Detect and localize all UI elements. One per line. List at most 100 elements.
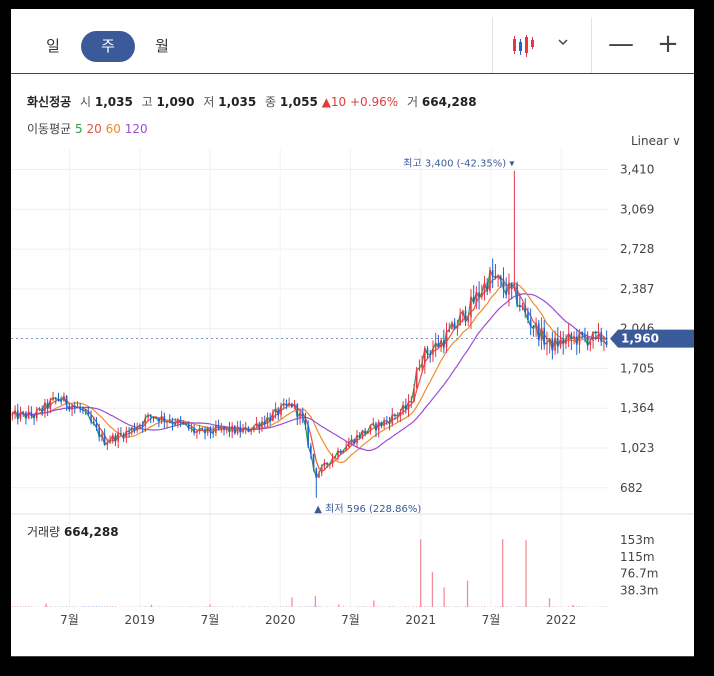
candle-body [101,434,103,437]
y-tick-label: 1,364 [620,401,654,415]
candle-body [337,450,339,457]
candle-body [204,428,206,434]
candle-body [345,447,347,451]
candle-body [90,415,92,422]
candle-body [258,423,261,428]
candle-body [475,292,478,303]
candle-body [592,331,594,341]
candle-body [429,354,432,356]
candle-body [405,405,407,410]
candle-body [255,423,258,427]
candle-body [451,322,453,330]
candle-body [160,415,163,422]
candle-body [589,340,592,346]
candle-body [304,417,307,426]
candle-body [247,427,250,432]
candle-body [478,292,480,298]
candle-body [383,420,385,426]
low-annotation: ▲ 최저 596 (228.86%) [314,503,421,515]
candle-body [209,427,212,433]
candle-body [73,406,76,408]
candle-body [261,421,263,428]
candle-body [11,414,14,416]
candle-body [575,336,578,345]
candle-body [331,458,334,464]
candle-body [361,430,364,438]
candle-body [508,282,510,295]
candle-body [263,421,266,425]
candle-body [562,339,565,345]
candle-body [288,403,290,406]
candle-body [402,405,404,413]
candle-body [481,292,483,298]
candle-body [421,363,423,368]
candle-body [358,435,361,438]
candle-body [122,434,125,439]
candle-body [190,427,193,429]
candle-body [171,421,174,424]
candle-body [282,403,285,406]
candle-body [413,388,415,402]
candle-body [33,415,35,419]
candle-body [516,283,518,305]
candle-body [350,439,353,444]
candle-body [182,422,185,424]
candle-body [386,420,388,422]
candle-body [424,348,426,364]
y-tick-label: 3,410 [620,163,654,177]
candle-body [472,296,475,303]
candle-body [155,417,157,419]
candle-body [228,427,231,433]
candle-body [163,415,166,422]
candle-body [342,450,345,453]
y-tick-label: 3,069 [620,202,654,216]
candle-body [49,400,52,409]
candle-body [291,403,293,407]
candle-body [285,403,288,406]
candle-body [27,411,30,419]
candle-body [556,337,559,347]
candle-body [513,283,516,288]
candle-body [244,427,247,429]
candle-body [168,421,171,423]
x-tick-label: 7월 [201,613,220,627]
candle-body [130,427,133,432]
candle-body [280,405,282,416]
volume-tick-label: 38.3m [620,583,658,597]
candle-body [318,472,320,478]
candle-body [98,427,101,437]
candle-body [353,439,356,444]
candle-body [453,322,456,329]
high-annotation: 최고 3,400 (-42.35%) ▾ [403,158,514,170]
volume-header: 거래량 664,288 [27,525,119,539]
candle-body [486,282,489,291]
candle-body [82,408,84,411]
candle-body [369,425,372,432]
candle-body [570,333,573,339]
ma120-line [12,293,607,452]
candle-body [177,419,179,425]
candle-body [187,424,190,429]
candle-body [491,270,494,277]
candle-body [152,416,155,418]
candle-body [174,423,176,425]
candle-body [462,310,464,315]
candle-body [518,304,521,307]
candle-body [139,424,141,428]
candle-body [236,426,239,434]
candle-body [334,456,337,459]
candle-body [456,325,459,329]
candle-body [524,305,527,313]
candle-body [470,296,472,318]
candle-body [120,432,122,435]
candle-body [149,414,152,417]
y-tick-label: 2,387 [620,282,654,296]
candle-body [231,425,233,433]
candle-body [440,340,442,347]
volume-tick-label: 115m [620,550,655,564]
candle-body [426,348,429,355]
candle-body [320,466,323,473]
candle-body [410,401,413,403]
candle-body [125,431,128,439]
candle-body [546,342,548,345]
